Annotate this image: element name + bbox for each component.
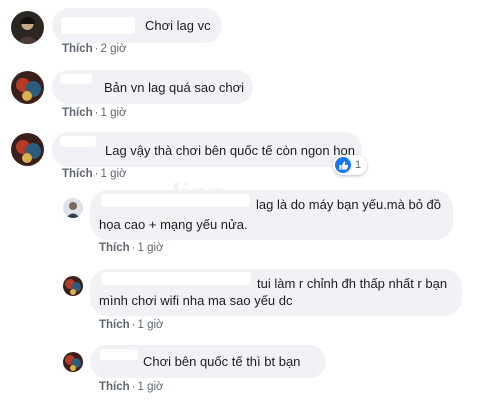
user-avatar-icon xyxy=(11,133,44,166)
comment-avatar[interactable] xyxy=(11,11,44,44)
reply-bubble: tui làm r chỉnh đh thấp nhất r bạn mình … xyxy=(90,269,462,316)
reply-text: Chơi bên quốc tế thì bt bạn xyxy=(143,354,301,369)
user-avatar-icon xyxy=(11,71,44,104)
like-link[interactable]: Thích xyxy=(99,381,130,393)
reaction-count[interactable]: 1 xyxy=(333,155,367,175)
redacted-name xyxy=(101,272,251,285)
reply-actions: Thích · 1 giờ xyxy=(99,319,164,331)
reaction-number: 1 xyxy=(355,159,362,171)
separator-dot: · xyxy=(131,381,136,393)
reply-actions: Thích · 1 giờ xyxy=(99,381,164,393)
redacted-name xyxy=(60,74,92,84)
thumbs-up-icon xyxy=(335,157,351,173)
comment-bubble: Chơi lag vc xyxy=(52,8,222,43)
comment-bubble: Bản vn lag quá sao chơi xyxy=(52,70,253,104)
reply-bubble: Chơi bên quốc tế thì bt bạn xyxy=(90,345,326,378)
timestamp[interactable]: 2 giờ xyxy=(101,43,127,55)
timestamp[interactable]: 1 giờ xyxy=(101,107,127,119)
separator-dot: · xyxy=(131,242,136,254)
reply-avatar[interactable] xyxy=(63,352,83,372)
comment-avatar[interactable] xyxy=(11,133,44,166)
timestamp[interactable]: 1 giờ xyxy=(138,319,164,331)
like-link[interactable]: Thích xyxy=(99,319,130,331)
redacted-name xyxy=(60,136,96,147)
timestamp[interactable]: 1 giờ xyxy=(101,168,127,180)
comment-actions: Thích · 1 giờ xyxy=(62,168,127,180)
comment-avatar[interactable] xyxy=(11,71,44,104)
comment-bubble: Lag vậy thà chơi bên quốc tế còn ngon ho… xyxy=(52,132,362,167)
user-avatar-icon xyxy=(11,11,44,44)
timestamp[interactable]: 1 giờ xyxy=(138,242,164,254)
separator-dot: · xyxy=(94,107,99,119)
reply-bubble: lag là do máy bạn yếu.mà bỏ đồ họa cao +… xyxy=(90,190,453,240)
user-avatar-icon xyxy=(63,198,83,218)
separator-dot: · xyxy=(94,43,99,55)
comment-actions: Thích · 1 giờ xyxy=(62,107,127,119)
comment-text: Chơi lag vc xyxy=(145,18,211,33)
timestamp[interactable]: 1 giờ xyxy=(138,381,164,393)
comment-text: Bản vn lag quá sao chơi xyxy=(104,80,245,95)
separator-dot: · xyxy=(131,319,136,331)
comment-actions: Thích · 2 giờ xyxy=(62,43,127,55)
like-link[interactable]: Thích xyxy=(62,43,93,55)
user-avatar-icon xyxy=(63,352,83,372)
redacted-name xyxy=(100,349,138,360)
reply-actions: Thích · 1 giờ xyxy=(99,242,164,254)
like-link[interactable]: Thích xyxy=(62,107,93,119)
like-link[interactable]: Thích xyxy=(62,168,93,180)
reply-avatar[interactable] xyxy=(63,198,83,218)
user-avatar-icon xyxy=(63,276,83,296)
reply-avatar[interactable] xyxy=(63,276,83,296)
reply-text-line: họa cao + mạng yếu nửa. xyxy=(99,217,248,232)
like-link[interactable]: Thích xyxy=(99,242,130,254)
redacted-name xyxy=(61,17,135,34)
redacted-name xyxy=(101,194,250,207)
reply-text-line: lag là do máy bạn yếu.mà bỏ đồ xyxy=(256,197,442,212)
comment-text: Lag vậy thà chơi bên quốc tế còn ngon ho… xyxy=(105,143,355,158)
reply-text-line: mình chơi wifi nha ma sao yếu dc xyxy=(99,293,293,308)
separator-dot: · xyxy=(94,168,99,180)
